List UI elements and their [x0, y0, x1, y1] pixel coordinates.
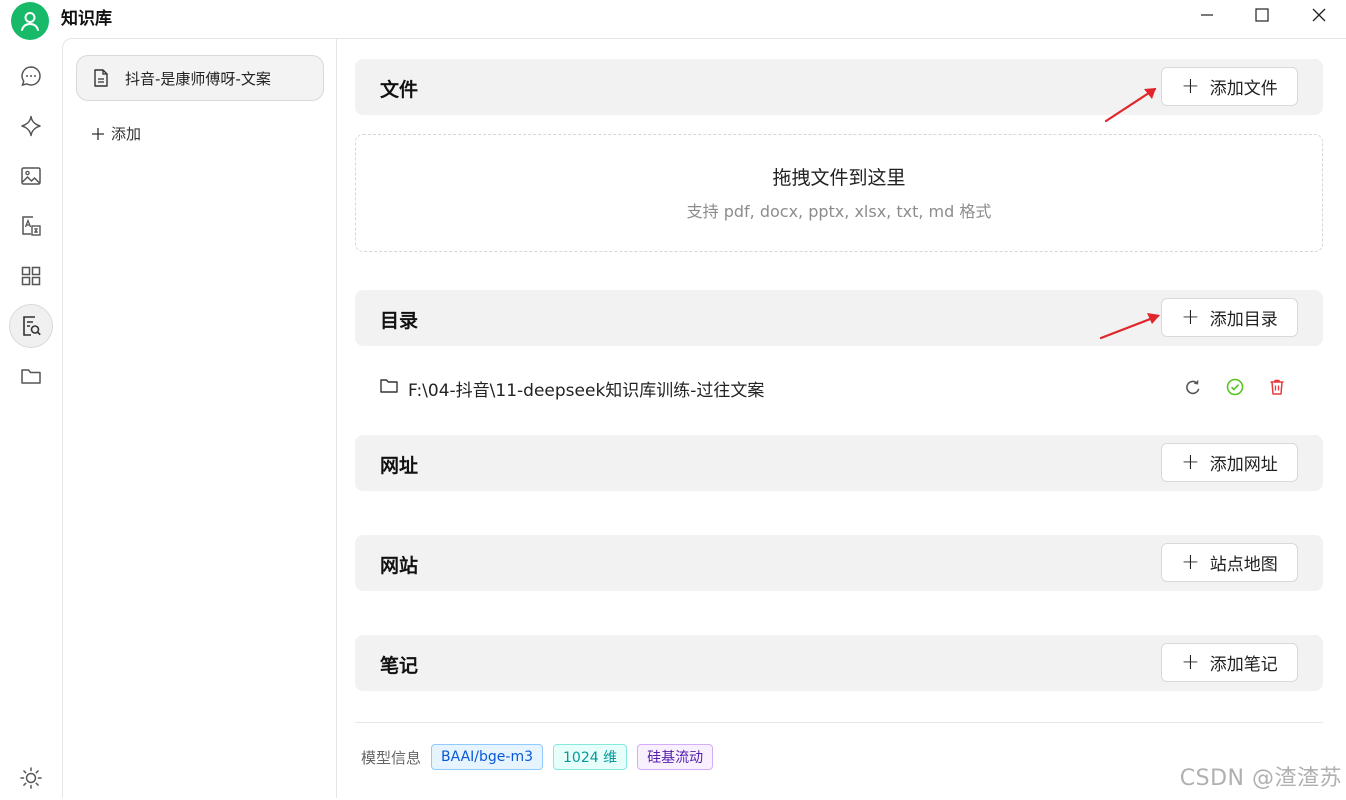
knowledge-base-list: 抖音-是康师傅呀-文案 添加	[62, 38, 337, 798]
plus-icon: +	[1181, 307, 1199, 329]
close-icon	[1312, 8, 1326, 22]
add-knowledge-base-label: 添加	[111, 123, 141, 144]
model-name-tag: BAAI/bge-m3	[431, 744, 543, 770]
add-note-button[interactable]: + 添加笔记	[1161, 643, 1298, 682]
files-section-title: 文件	[380, 75, 418, 102]
urls-section-title: 网址	[380, 451, 418, 478]
dropzone-title: 拖拽文件到这里	[356, 163, 1322, 190]
add-url-button[interactable]: + 添加网址	[1161, 443, 1298, 482]
user-avatar[interactable]	[11, 2, 49, 40]
nav-images[interactable]	[9, 154, 53, 198]
knowledge-base-item[interactable]: 抖音-是康师傅呀-文案	[76, 55, 324, 101]
user-icon	[19, 10, 41, 32]
close-button[interactable]	[1293, 0, 1345, 30]
folder-icon	[380, 378, 398, 398]
sitemap-label: 站点地图	[1210, 550, 1278, 575]
urls-section-header: 网址 + 添加网址	[355, 435, 1323, 491]
sparkle-icon	[19, 114, 43, 138]
theme-sun-icon	[19, 766, 43, 790]
plus-icon	[91, 127, 105, 141]
model-info-label: 模型信息	[361, 747, 421, 768]
navigation-rail	[0, 38, 62, 798]
dropzone-subtitle: 支持 pdf, docx, pptx, xlsx, txt, md 格式	[356, 198, 1322, 222]
app-title: 知识库	[61, 4, 112, 29]
files-section-header: 文件 + 添加文件	[355, 59, 1323, 115]
translate-icon	[19, 214, 43, 238]
minimize-button[interactable]	[1181, 0, 1233, 30]
nav-chat[interactable]	[9, 54, 53, 98]
plus-icon: +	[1181, 76, 1199, 98]
minimize-icon	[1200, 8, 1214, 22]
knowledge-base-item-label: 抖音-是康师傅呀-文案	[125, 68, 271, 89]
delete-directory-button[interactable]	[1267, 377, 1287, 397]
maximize-icon	[1255, 8, 1269, 22]
notes-section-title: 笔记	[380, 651, 418, 678]
add-note-label: 添加笔记	[1210, 650, 1278, 675]
knowledge-base-detail: 文件 + 添加文件 拖拽文件到这里 支持 pdf, docx, pptx, xl…	[337, 38, 1346, 798]
apps-grid-icon	[19, 264, 43, 288]
file-dropzone[interactable]: 拖拽文件到这里 支持 pdf, docx, pptx, xlsx, txt, m…	[355, 134, 1323, 252]
nav-files[interactable]	[9, 354, 53, 398]
provider-tag: 硅基流动	[637, 744, 713, 770]
websites-section-header: 网站 + 站点地图	[355, 535, 1323, 591]
sitemap-button[interactable]: + 站点地图	[1161, 543, 1298, 582]
plus-icon: +	[1181, 552, 1199, 574]
dimension-tag: 1024 维	[553, 744, 627, 770]
add-knowledge-base-button[interactable]: 添加	[91, 123, 141, 144]
directory-path: F:\04-抖音\11-deepseek知识库训练-过往文案	[408, 376, 764, 401]
maximize-button[interactable]	[1236, 0, 1288, 30]
nav-knowledge-base[interactable]	[9, 304, 53, 348]
nav-assistant[interactable]	[9, 104, 53, 148]
directory-entry: F:\04-抖音\11-deepseek知识库训练-过往文案	[355, 364, 1323, 410]
directories-section-header: 目录 + 添加目录	[355, 290, 1323, 346]
plus-icon: +	[1181, 652, 1199, 674]
watermark: CSDN @渣渣苏	[1180, 760, 1342, 792]
theme-toggle[interactable]	[9, 756, 53, 800]
notes-section-header: 笔记 + 添加笔记	[355, 635, 1323, 691]
annotation-arrow-icon	[1100, 82, 1162, 126]
plus-icon: +	[1181, 452, 1199, 474]
directory-status	[1225, 377, 1245, 397]
trash-icon	[1268, 378, 1286, 396]
model-info-bar: 模型信息 BAAI/bge-m3 1024 维 硅基流动	[361, 744, 713, 770]
add-directory-button[interactable]: + 添加目录	[1161, 298, 1298, 337]
directories-section-title: 目录	[380, 306, 418, 333]
annotation-arrow-icon	[1096, 308, 1166, 344]
document-icon	[93, 69, 109, 87]
add-file-button[interactable]: + 添加文件	[1161, 67, 1298, 106]
refresh-icon	[1184, 378, 1202, 396]
chat-icon	[19, 64, 43, 88]
nav-translate[interactable]	[9, 204, 53, 248]
add-url-label: 添加网址	[1210, 450, 1278, 475]
image-icon	[19, 164, 43, 188]
websites-section-title: 网站	[380, 551, 418, 578]
footer-divider	[355, 722, 1323, 723]
title-bar: 知识库	[0, 0, 1346, 38]
folder-icon	[19, 364, 43, 388]
add-file-label: 添加文件	[1210, 74, 1278, 99]
add-directory-label: 添加目录	[1210, 305, 1278, 330]
nav-apps[interactable]	[9, 254, 53, 298]
refresh-directory-button[interactable]	[1183, 377, 1203, 397]
check-circle-icon	[1226, 378, 1244, 396]
knowledge-search-icon	[19, 314, 43, 338]
